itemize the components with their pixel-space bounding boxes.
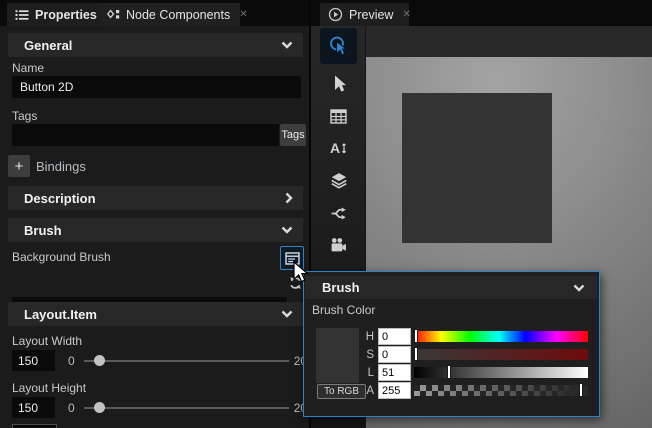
section-description-title: Description (24, 191, 285, 206)
interact-cursor-icon (328, 35, 350, 57)
play-icon (328, 7, 343, 22)
tags-label: Tags (12, 109, 37, 123)
alpha-row: A (360, 382, 588, 399)
saturation-row: S (360, 346, 588, 363)
layout-height-row: 0 2000 (12, 397, 320, 418)
brush-color-swatch (316, 328, 359, 383)
hue-label: H (360, 331, 374, 343)
bindings-label: Bindings (36, 159, 86, 174)
lightness-slider-handle[interactable] (447, 365, 451, 379)
alpha-slider-handle[interactable] (579, 383, 583, 397)
hue-slider-handle[interactable] (414, 329, 418, 343)
text-tool-button[interactable]: A (320, 134, 357, 162)
alpha-input[interactable] (378, 382, 411, 399)
layers-tool-button[interactable] (320, 166, 357, 194)
tab-properties[interactable]: Properties ✕ (7, 3, 99, 26)
preview-node-button2d (402, 93, 552, 243)
lightness-slider[interactable] (414, 367, 588, 378)
layout-height-input[interactable] (12, 397, 55, 418)
brush-color-label: Brush Color (312, 303, 375, 317)
section-layout-item[interactable]: Layout.Item (8, 302, 303, 326)
saturation-label: S (360, 349, 374, 361)
tab-node-components[interactable]: Node Components ✕ (99, 3, 240, 26)
layout-width-input[interactable] (12, 350, 55, 371)
layout-height-slider-handle[interactable] (94, 402, 105, 413)
hue-input[interactable] (378, 328, 411, 345)
saturation-slider[interactable] (414, 349, 588, 360)
tab-preview[interactable]: Preview ✕ (320, 3, 409, 26)
chevron-right-icon (285, 192, 293, 204)
layout-height-label: Layout Height (12, 381, 86, 395)
text-tool-icon: A (330, 140, 348, 156)
lightness-input[interactable] (378, 364, 411, 381)
section-brush[interactable]: Brush (8, 218, 303, 242)
name-input[interactable] (12, 76, 301, 98)
select-tool-button[interactable] (320, 70, 357, 98)
close-icon[interactable]: ✕ (239, 9, 247, 20)
layout-width-label: Layout Width (12, 334, 82, 348)
camera-tool-button[interactable] (320, 231, 357, 259)
camera-icon (330, 237, 347, 253)
chevron-down-icon (281, 310, 293, 318)
svg-text:A: A (330, 140, 340, 156)
add-binding-button[interactable]: + (8, 155, 30, 177)
connections-tool-button[interactable] (320, 199, 357, 227)
connections-icon (330, 205, 347, 222)
background-brush-label: Background Brush (12, 250, 111, 264)
select-cursor-icon (330, 74, 348, 94)
mouse-cursor-icon (293, 261, 310, 284)
hue-slider[interactable] (414, 331, 588, 342)
section-general[interactable]: General (8, 33, 303, 57)
layout-width-slider[interactable] (84, 360, 289, 362)
lightness-label: L (360, 367, 374, 379)
to-rgb-button[interactable]: To RGB (317, 384, 366, 399)
next-field-partial (12, 424, 57, 428)
tab-properties-label: Properties (35, 8, 97, 22)
tags-button[interactable]: Tags (280, 124, 306, 146)
interact-tool-button[interactable] (320, 28, 357, 64)
section-description[interactable]: Description (8, 186, 303, 210)
close-icon[interactable]: ✕ (402, 9, 410, 20)
properties-list-icon (15, 9, 29, 21)
lightness-row: L (360, 364, 588, 381)
popup-section-brush[interactable]: Brush (305, 276, 597, 299)
properties-panel: General Name Tags Tags + Bindings Descri… (0, 26, 310, 428)
saturation-slider-handle[interactable] (414, 347, 418, 361)
tab-preview-label: Preview (349, 8, 393, 22)
node-components-icon (107, 9, 120, 20)
layout-width-min: 0 (68, 354, 75, 368)
alpha-slider[interactable] (414, 385, 588, 396)
popup-brush-title: Brush (322, 280, 573, 295)
grid-icon (330, 109, 347, 124)
brush-popup: Brush Brush Color H S L A To RGB (303, 271, 600, 417)
section-brush-title: Brush (24, 223, 281, 238)
section-general-title: General (24, 38, 281, 53)
chevron-down-icon (281, 41, 293, 49)
layout-height-min: 0 (68, 401, 75, 415)
tab-node-components-label: Node Components (126, 8, 230, 22)
chevron-down-icon (281, 226, 293, 234)
name-label: Name (12, 61, 44, 75)
layout-width-slider-handle[interactable] (94, 355, 105, 366)
hue-row: H (360, 328, 588, 345)
layers-icon (330, 172, 348, 189)
tab-strip: Properties ✕ Node Components ✕ Preview ✕ (0, 0, 652, 26)
grid-tool-button[interactable] (320, 102, 357, 130)
app-window: Properties ✕ Node Components ✕ Preview ✕… (0, 0, 652, 428)
section-layout-item-title: Layout.Item (24, 307, 281, 322)
chevron-down-icon (573, 284, 585, 292)
layout-height-slider[interactable] (84, 407, 289, 409)
saturation-input[interactable] (378, 346, 411, 363)
tags-input[interactable] (12, 124, 279, 146)
layout-width-row: 0 2000 (12, 350, 320, 371)
